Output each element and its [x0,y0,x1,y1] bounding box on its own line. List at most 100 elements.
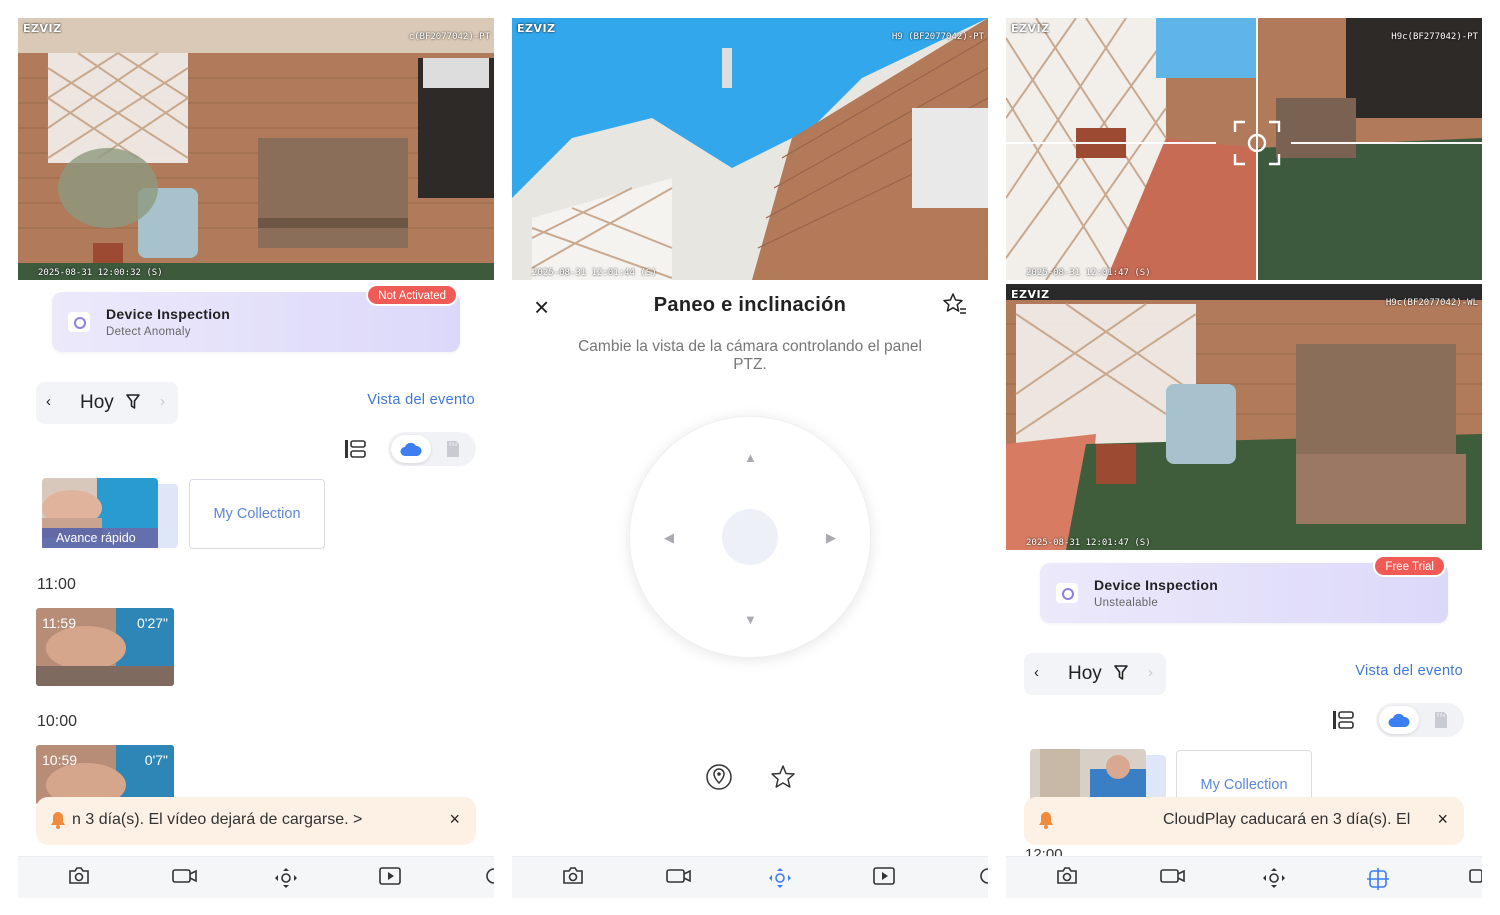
inspection-subtitle: Detect Anomaly [106,326,191,338]
camera-image [512,18,988,280]
control-toolbar [1006,856,1482,898]
camera-image [18,18,494,280]
record-icon[interactable] [1160,867,1186,890]
hour-label: 11:00 [37,576,76,593]
more-icon[interactable] [1469,867,1482,890]
osd-device-id: H9c(BF2077042)-WL [1385,298,1478,308]
prev-day-button[interactable]: ‹ [1034,664,1039,681]
camera-feed-bottom[interactable]: EZVIZ H9c(BF2077042)-WL 2025-08-31 12:01… [1006,284,1482,550]
osd-device-id: H9 (BF2077042)-PT [891,32,984,42]
cloud-storage-tab[interactable] [1379,706,1419,734]
star-icon[interactable] [769,763,797,796]
osd-timestamp: 2025-08-31 12:01:47 (S) [1026,268,1151,278]
panel-title: Paneo e inclinación [653,294,847,316]
banner-message: n 3 día(s). El vídeo dejará de cargarse.… [72,811,363,828]
camera-feed-top[interactable]: EZVIZ H9c(BF277042)-PT 2025-08-31 12:01:… [1006,18,1482,280]
playback-icon[interactable] [379,867,401,890]
osd-timestamp: 2025-08-31 12:01:44 (S) [532,268,657,278]
pan-up-button[interactable]: ▲ [744,451,757,464]
brand-logo: EZVIZ [1011,22,1050,35]
cloud-storage-tab[interactable] [391,435,431,463]
ptz-panel: EZVIZ H9 (BF2077042)-PT 2025-08-31 12:01… [512,18,988,898]
camera-icon[interactable] [68,867,90,890]
live-view-panel-1: EZVIZ c(BF2077042)-PT 2025-08-31 12:00:3… [18,18,494,898]
event-view-link[interactable]: Vista del evento [1355,663,1463,679]
my-collection-button[interactable]: My Collection [189,479,325,549]
ptz-icon[interactable] [768,867,792,894]
pan-down-button[interactable]: ▼ [744,613,757,626]
event-clip[interactable]: 11:59 0'27" [36,608,174,686]
ptz-icon[interactable] [274,867,298,894]
crosshair-mode-icon[interactable] [1366,867,1390,896]
sd-card-icon[interactable] [1434,711,1448,734]
camera-icon[interactable] [562,867,584,890]
list-view-icon[interactable] [344,439,366,464]
cloud-expiry-banner[interactable]: n 3 día(s). El vídeo dejará de cargarse.… [36,797,476,845]
brand-logo: EZVIZ [23,22,62,35]
brand-logo: EZVIZ [1011,288,1050,301]
more-icon[interactable] [975,867,988,890]
storage-toggle [388,432,476,466]
cloud-icon [1388,713,1410,727]
banner-message: CloudPlay caducará en 3 día(s). El [1163,811,1411,828]
live-view-panel-dual: EZVIZ H9c(BF277042)-PT 2025-08-31 12:01:… [1006,18,1482,898]
osd-timestamp: 2025-08-31 12:01:47 (S) [1026,538,1151,548]
camera-image [1006,284,1482,550]
camera-feed[interactable]: EZVIZ H9 (BF2077042)-PT 2025-08-31 12:01… [512,18,988,280]
clip-duration: 0'27" [136,615,168,631]
trial-badge: Free Trial [1373,555,1446,577]
playback-icon[interactable] [873,867,895,890]
date-navigator: ‹ Hoy › [36,382,178,424]
filter-icon[interactable] [126,394,140,415]
osd-device-id: c(BF2077042)-PT [408,32,490,42]
status-badge: Not Activated [366,284,458,306]
cloud-icon [400,442,422,456]
date-label[interactable]: Hoy [80,392,114,414]
next-day-button[interactable]: › [160,393,165,410]
list-view-icon[interactable] [1332,710,1354,735]
hour-label: 10:00 [37,713,78,730]
control-toolbar [18,856,494,898]
ptz-icon[interactable] [1262,867,1286,894]
osd-device-id: H9c(BF277042)-PT [1391,32,1478,42]
fast-forward-label: Avance rápido [42,528,158,548]
location-icon[interactable] [705,763,733,796]
bell-icon [50,811,66,834]
star-list-icon[interactable] [942,292,968,321]
date-label[interactable]: Hoy [1068,663,1102,685]
camera-feed[interactable]: EZVIZ c(BF2077042)-PT 2025-08-31 12:00:3… [18,18,494,280]
clip-time: 11:59 [42,615,76,631]
storage-toggle [1376,703,1464,737]
ptz-center-button[interactable] [722,509,778,565]
inspection-icon [68,312,90,332]
clip-time: 10:59 [42,752,78,768]
event-view-link[interactable]: Vista del evento [367,392,475,408]
pan-right-button[interactable]: ▶ [826,531,836,544]
event-clip[interactable]: 10:59 0'7" [36,745,174,805]
sd-card-icon[interactable] [446,440,460,463]
prev-day-button[interactable]: ‹ [46,393,51,410]
inspection-icon [1056,583,1078,603]
brand-logo: EZVIZ [517,22,556,35]
bell-icon [1038,811,1054,834]
device-inspection-card[interactable]: Device Inspection Detect Anomaly Not Act… [52,284,460,352]
record-icon[interactable] [172,867,198,890]
record-icon[interactable] [666,867,692,890]
filter-icon[interactable] [1114,665,1128,686]
inspection-subtitle: Unstealable [1094,597,1159,609]
cloud-expiry-banner[interactable]: CloudPlay caducará en 3 día(s). El × [1024,797,1464,845]
next-day-button[interactable]: › [1148,664,1153,681]
close-icon[interactable]: × [1437,809,1448,830]
date-navigator: ‹ Hoy › [1024,653,1166,695]
more-icon[interactable] [481,867,494,890]
camera-icon[interactable] [1056,867,1078,890]
panel-description: Cambie la vista de la cámara controlando… [578,338,922,373]
pan-left-button[interactable]: ◀ [664,531,674,544]
device-inspection-card[interactable]: Device Inspection Unstealable Free Trial [1040,555,1448,623]
fast-forward-card[interactable]: Avance rápido [42,478,178,548]
osd-timestamp: 2025-08-31 12:00:32 (S) [38,268,163,278]
ptz-joystick[interactable]: ▲ ▼ ◀ ▶ [629,416,871,658]
close-icon[interactable]: × [449,809,460,830]
clip-duration: 0'7" [144,752,168,768]
crosshair-icon[interactable] [1233,120,1281,166]
